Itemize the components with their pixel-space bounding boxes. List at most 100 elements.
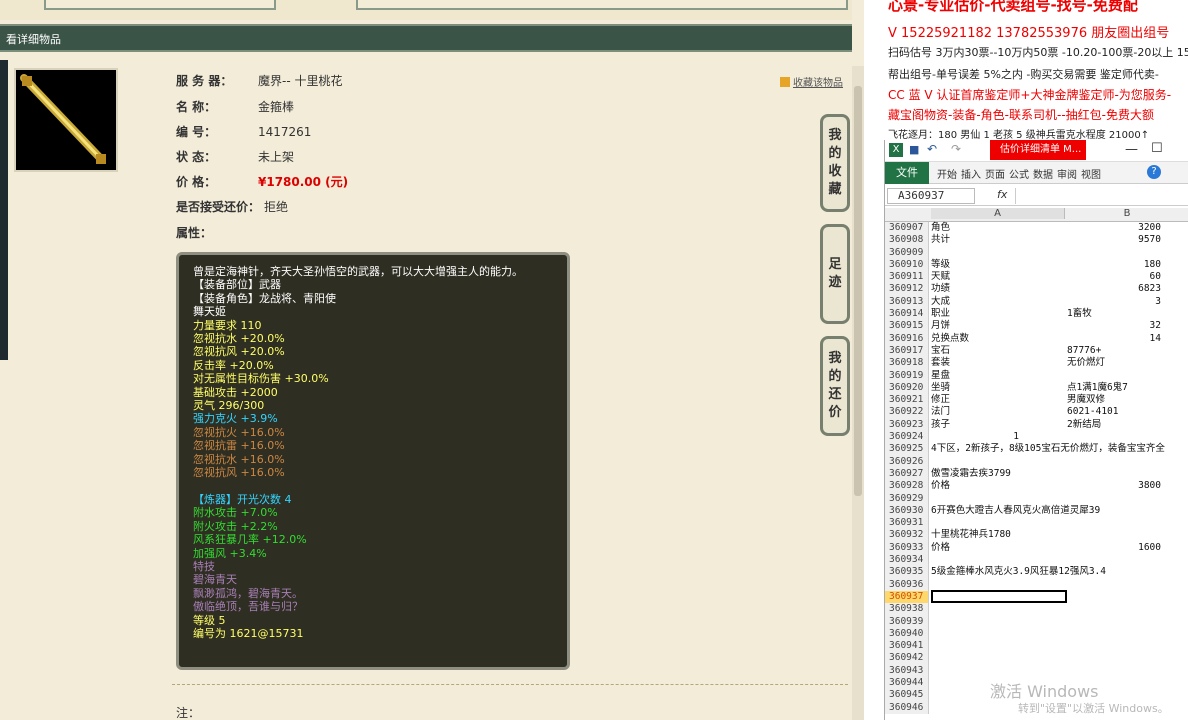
sheet-row[interactable]: 360912 功绩 6823 [885, 283, 1188, 296]
row-number[interactable]: 360930 [885, 504, 929, 518]
row-number[interactable]: 360907 [885, 222, 929, 235]
row-number[interactable]: 360942 [885, 652, 929, 665]
cell-b[interactable]: 点1满1魔6鬼7 [1067, 382, 1161, 394]
row-number[interactable]: 360919 [885, 369, 929, 382]
cell-b[interactable]: 60 [1067, 271, 1161, 283]
sheet-row[interactable]: 360930 6开赛色大蹬吉人春风克火高倍道灵犀39 [885, 504, 1188, 518]
cell-a[interactable]: 4下区，2新孩子，8级105宝石无价燃灯，装备宝宝齐全 [931, 443, 1165, 455]
row-number[interactable]: 360937 [885, 590, 929, 604]
row-number[interactable]: 360915 [885, 320, 929, 333]
sheet-row[interactable]: 360919 星盘 [885, 369, 1188, 382]
maximize-icon[interactable]: ☐ [1151, 141, 1163, 156]
sheet-row[interactable]: 360915 月饼 32 [885, 320, 1188, 333]
sheet-row[interactable]: 360916 兑换点数 14 [885, 332, 1188, 345]
cell-b[interactable]: 3 [1067, 296, 1161, 308]
sheet-row[interactable]: 360928 价格 3800 [885, 480, 1188, 493]
side-button-3[interactable]: 我的还价 [820, 336, 850, 436]
sheet-row[interactable]: 360918 套装 无价燃灯 [885, 357, 1188, 370]
cell-a[interactable]: 职业 [931, 308, 1065, 320]
cell-a[interactable]: 价格 [931, 542, 1065, 554]
cell-b[interactable]: 6021-4101 [1067, 406, 1161, 418]
cell-a[interactable]: 天赋 [931, 271, 1065, 283]
sheet-row[interactable]: 360908 共计 9570 [885, 234, 1188, 247]
cell-a[interactable]: 修正 [931, 394, 1065, 406]
sheet-row[interactable]: 360937 [885, 589, 1188, 604]
row-number[interactable]: 360939 [885, 615, 929, 628]
cell-b[interactable]: 3200 [1067, 222, 1161, 234]
row-number[interactable]: 360913 [885, 295, 929, 309]
cell-a[interactable]: 法门 [931, 406, 1065, 418]
row-number[interactable]: 360921 [885, 394, 929, 407]
cell-b[interactable]: 2新结局 [1067, 419, 1161, 431]
sheet-row[interactable]: 360939 [885, 615, 1188, 628]
row-number[interactable]: 360912 [885, 283, 929, 296]
cell-a[interactable]: 坐骑 [931, 382, 1065, 394]
row-number[interactable]: 360938 [885, 603, 929, 616]
row-number[interactable]: 360934 [885, 554, 929, 567]
sheet-row[interactable]: 360924 1 [885, 431, 1188, 444]
help-icon[interactable]: ? [1147, 165, 1161, 179]
cell-b[interactable]: 180 [1067, 259, 1161, 271]
cell-b[interactable]: 9570 [1067, 234, 1161, 246]
cell-b[interactable]: 1畜牧 [1067, 308, 1161, 320]
ribbon-tab[interactable]: 页面 [985, 166, 1005, 181]
row-number[interactable]: 360916 [885, 332, 929, 345]
cell-a[interactable]: 6开赛色大蹬吉人春风克火高倍道灵犀39 [931, 505, 1100, 517]
row-number[interactable]: 360908 [885, 234, 929, 247]
row-number[interactable]: 360918 [885, 357, 929, 370]
ribbon-tab[interactable]: 开始 [937, 166, 957, 181]
row-number[interactable]: 360927 [885, 467, 929, 481]
sheet-row[interactable]: 360929 [885, 492, 1188, 505]
row-number[interactable]: 360932 [885, 529, 929, 542]
file-tab[interactable]: 文件 [885, 162, 929, 184]
sheet-row[interactable]: 360925 4下区，2新孩子，8级105宝石无价燃灯，装备宝宝齐全 [885, 443, 1188, 456]
sheet-row[interactable]: 360910 等级 180 [885, 258, 1188, 272]
row-number[interactable]: 360926 [885, 455, 929, 468]
sheet-row[interactable]: 360943 [885, 664, 1188, 677]
cell-a[interactable]: 月饼 [931, 320, 1065, 332]
redo-icon[interactable]: ↷ [951, 142, 961, 156]
cell-b[interactable]: 无价燃灯 [1067, 357, 1161, 369]
cell-b[interactable]: 6823 [1067, 283, 1161, 295]
sheet-row[interactable]: 360913 大成 3 [885, 295, 1188, 309]
cell-b[interactable]: 87776+ [1067, 345, 1161, 357]
sheet-row[interactable]: 360926 [885, 455, 1188, 468]
ribbon-tab[interactable]: 审阅 [1057, 166, 1077, 181]
sheet-row[interactable]: 360917 宝石 87776+ [885, 344, 1188, 358]
row-number[interactable]: 360925 [885, 443, 929, 456]
sheet-row[interactable]: 360942 [885, 652, 1188, 665]
column-b-header[interactable]: B [1067, 208, 1187, 219]
column-a-header[interactable]: A [931, 208, 1065, 219]
side-button-2[interactable]: 足迹 [820, 224, 850, 324]
sheet-row[interactable]: 360938 [885, 603, 1188, 616]
cell-a[interactable]: 功绩 [931, 283, 1065, 295]
cell-a[interactable]: 1 [931, 431, 1019, 443]
fx-icon[interactable]: fx [997, 188, 1007, 201]
row-number[interactable]: 360911 [885, 271, 929, 284]
cell-b[interactable]: 3800 [1067, 480, 1161, 492]
cell-a[interactable]: 星盘 [931, 370, 1065, 382]
cell-a[interactable]: 等级 [931, 259, 1065, 271]
sheet-row[interactable]: 360922 法门 6021-4101 [885, 406, 1188, 419]
cell-a[interactable]: 价格 [931, 480, 1065, 492]
sheet-row[interactable]: 360907 角色 3200 [885, 222, 1188, 235]
sheet-row[interactable]: 360941 [885, 640, 1188, 653]
row-number[interactable]: 360929 [885, 492, 929, 505]
row-number[interactable]: 360940 [885, 627, 929, 641]
sheet-row[interactable]: 360909 [885, 246, 1188, 259]
cell-b[interactable]: 14 [1067, 333, 1161, 345]
sheet-row[interactable]: 360933 价格 1600 [885, 541, 1188, 555]
save-icon[interactable]: ■ [909, 143, 919, 156]
cell-b[interactable]: 1600 [1067, 542, 1161, 554]
cell-a[interactable]: 大成 [931, 296, 1065, 308]
row-number[interactable]: 360944 [885, 676, 929, 690]
row-number[interactable]: 360923 [885, 418, 929, 432]
sheet-row[interactable]: 360935 5级金箍棒水风克火3.9风狂暴12强风3.4 [885, 566, 1188, 579]
sheet-row[interactable]: 360920 坐骑 点1满1魔6鬼7 [885, 381, 1188, 395]
cell-a[interactable]: 兑换点数 [931, 333, 1065, 345]
cell-a[interactable]: 共计 [931, 234, 1065, 246]
cell-b[interactable]: 32 [1067, 320, 1161, 332]
row-number[interactable]: 360922 [885, 406, 929, 419]
sheet-row[interactable]: 360921 修正 男魔双修 [885, 394, 1188, 407]
sheet-row[interactable]: 360927 傲雪凌霜去疾3799 [885, 467, 1188, 481]
